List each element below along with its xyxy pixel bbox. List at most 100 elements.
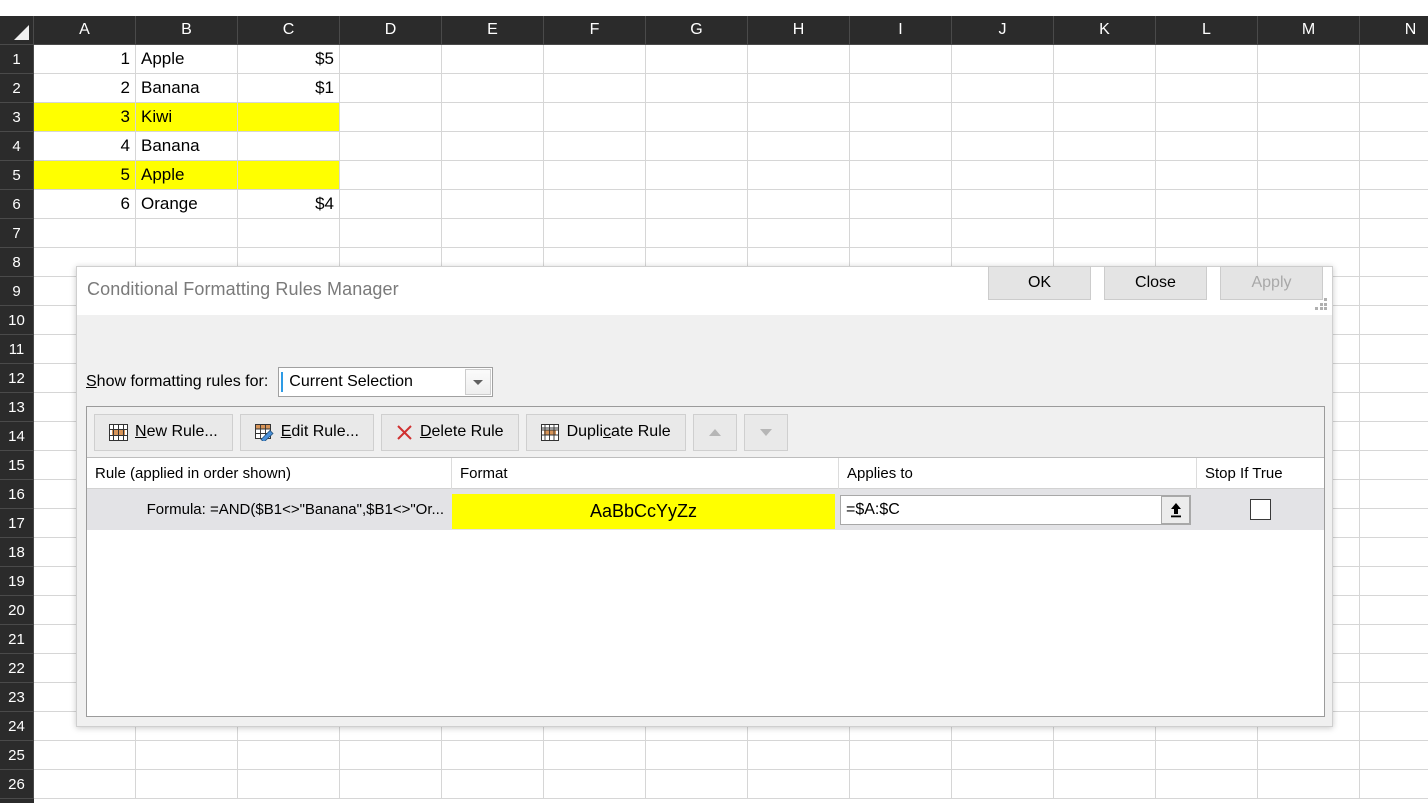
cell-N16[interactable] — [1360, 480, 1428, 509]
cell-G6[interactable] — [646, 190, 748, 219]
cell-N11[interactable] — [1360, 335, 1428, 364]
column-header-l[interactable]: L — [1156, 16, 1258, 45]
cell-B26[interactable] — [136, 770, 238, 799]
applies-to-input[interactable]: =$A:$C — [840, 494, 1191, 525]
cell-N2[interactable] — [1360, 74, 1428, 103]
row-header-6[interactable]: 6 — [0, 190, 34, 219]
cell-D25[interactable] — [340, 741, 442, 770]
cell-H6[interactable] — [748, 190, 850, 219]
cell-J25[interactable] — [952, 741, 1054, 770]
cell-L2[interactable] — [1156, 74, 1258, 103]
cell-J26[interactable] — [952, 770, 1054, 799]
cell-A4[interactable]: 4 — [34, 132, 136, 161]
cell-J4[interactable] — [952, 132, 1054, 161]
row-header-15[interactable]: 15 — [0, 451, 34, 480]
cell-E25[interactable] — [442, 741, 544, 770]
row-header-4[interactable]: 4 — [0, 132, 34, 161]
cell-E6[interactable] — [442, 190, 544, 219]
row-header-10[interactable]: 10 — [0, 306, 34, 335]
cell-G26[interactable] — [646, 770, 748, 799]
cell-H1[interactable] — [748, 45, 850, 74]
close-button[interactable]: Close — [1104, 266, 1207, 300]
row-header-24[interactable]: 24 — [0, 712, 34, 741]
cell-F7[interactable] — [544, 219, 646, 248]
cell-M7[interactable] — [1258, 219, 1360, 248]
row-header-3[interactable]: 3 — [0, 103, 34, 132]
cell-B5[interactable]: Apple — [136, 161, 238, 190]
cell-D1[interactable] — [340, 45, 442, 74]
cell-I3[interactable] — [850, 103, 952, 132]
cell-L25[interactable] — [1156, 741, 1258, 770]
cell-N1[interactable] — [1360, 45, 1428, 74]
cell-N8[interactable] — [1360, 248, 1428, 277]
row-header-9[interactable]: 9 — [0, 277, 34, 306]
cell-J3[interactable] — [952, 103, 1054, 132]
cell-M26[interactable] — [1258, 770, 1360, 799]
rule-formula-cell[interactable]: Formula: =AND($B1<>"Banana",$B1<>"Or... — [87, 489, 452, 530]
cell-C3[interactable] — [238, 103, 340, 132]
row-header-1[interactable]: 1 — [0, 45, 34, 74]
cell-I25[interactable] — [850, 741, 952, 770]
cell-I2[interactable] — [850, 74, 952, 103]
edit-rule-button[interactable]: Edit Rule... — [239, 413, 374, 451]
cell-D26[interactable] — [340, 770, 442, 799]
cell-G2[interactable] — [646, 74, 748, 103]
row-header-13[interactable]: 13 — [0, 393, 34, 422]
rule-format-cell[interactable]: AaBbCcYyZz — [452, 489, 835, 530]
row-header-2[interactable]: 2 — [0, 74, 34, 103]
cell-N19[interactable] — [1360, 567, 1428, 596]
cell-A3[interactable]: 3 — [34, 103, 136, 132]
cell-G4[interactable] — [646, 132, 748, 161]
row-header-14[interactable]: 14 — [0, 422, 34, 451]
cell-K4[interactable] — [1054, 132, 1156, 161]
cell-G25[interactable] — [646, 741, 748, 770]
cell-H4[interactable] — [748, 132, 850, 161]
cell-J6[interactable] — [952, 190, 1054, 219]
cell-F2[interactable] — [544, 74, 646, 103]
show-for-scope-select[interactable]: Current Selection — [278, 367, 494, 397]
cell-B7[interactable] — [136, 219, 238, 248]
row-header-20[interactable]: 20 — [0, 596, 34, 625]
cell-L5[interactable] — [1156, 161, 1258, 190]
cell-A2[interactable]: 2 — [34, 74, 136, 103]
cell-B6[interactable]: Orange — [136, 190, 238, 219]
cell-F1[interactable] — [544, 45, 646, 74]
cell-N12[interactable] — [1360, 364, 1428, 393]
cell-I5[interactable] — [850, 161, 952, 190]
row-header-25[interactable]: 25 — [0, 741, 34, 770]
cell-I4[interactable] — [850, 132, 952, 161]
cell-K25[interactable] — [1054, 741, 1156, 770]
cell-E26[interactable] — [442, 770, 544, 799]
cell-C25[interactable] — [238, 741, 340, 770]
cell-N21[interactable] — [1360, 625, 1428, 654]
cell-L6[interactable] — [1156, 190, 1258, 219]
move-down-button[interactable] — [743, 413, 788, 451]
cell-E7[interactable] — [442, 219, 544, 248]
cell-M6[interactable] — [1258, 190, 1360, 219]
cell-F5[interactable] — [544, 161, 646, 190]
cell-K26[interactable] — [1054, 770, 1156, 799]
cell-D5[interactable] — [340, 161, 442, 190]
cell-A7[interactable] — [34, 219, 136, 248]
cell-C2[interactable]: $1 — [238, 74, 340, 103]
apply-button[interactable]: Apply — [1220, 266, 1323, 300]
cell-L3[interactable] — [1156, 103, 1258, 132]
cell-B4[interactable]: Banana — [136, 132, 238, 161]
cell-H5[interactable] — [748, 161, 850, 190]
new-rule-button[interactable]: New Rule... — [94, 413, 233, 451]
cell-C26[interactable] — [238, 770, 340, 799]
cell-F26[interactable] — [544, 770, 646, 799]
cell-J7[interactable] — [952, 219, 1054, 248]
cell-G1[interactable] — [646, 45, 748, 74]
cell-B25[interactable] — [136, 741, 238, 770]
cell-I1[interactable] — [850, 45, 952, 74]
cell-G7[interactable] — [646, 219, 748, 248]
cell-N15[interactable] — [1360, 451, 1428, 480]
cell-N20[interactable] — [1360, 596, 1428, 625]
cell-N18[interactable] — [1360, 538, 1428, 567]
cell-K5[interactable] — [1054, 161, 1156, 190]
column-header-d[interactable]: D — [340, 16, 442, 45]
row-header-5[interactable]: 5 — [0, 161, 34, 190]
cell-K2[interactable] — [1054, 74, 1156, 103]
cell-E4[interactable] — [442, 132, 544, 161]
